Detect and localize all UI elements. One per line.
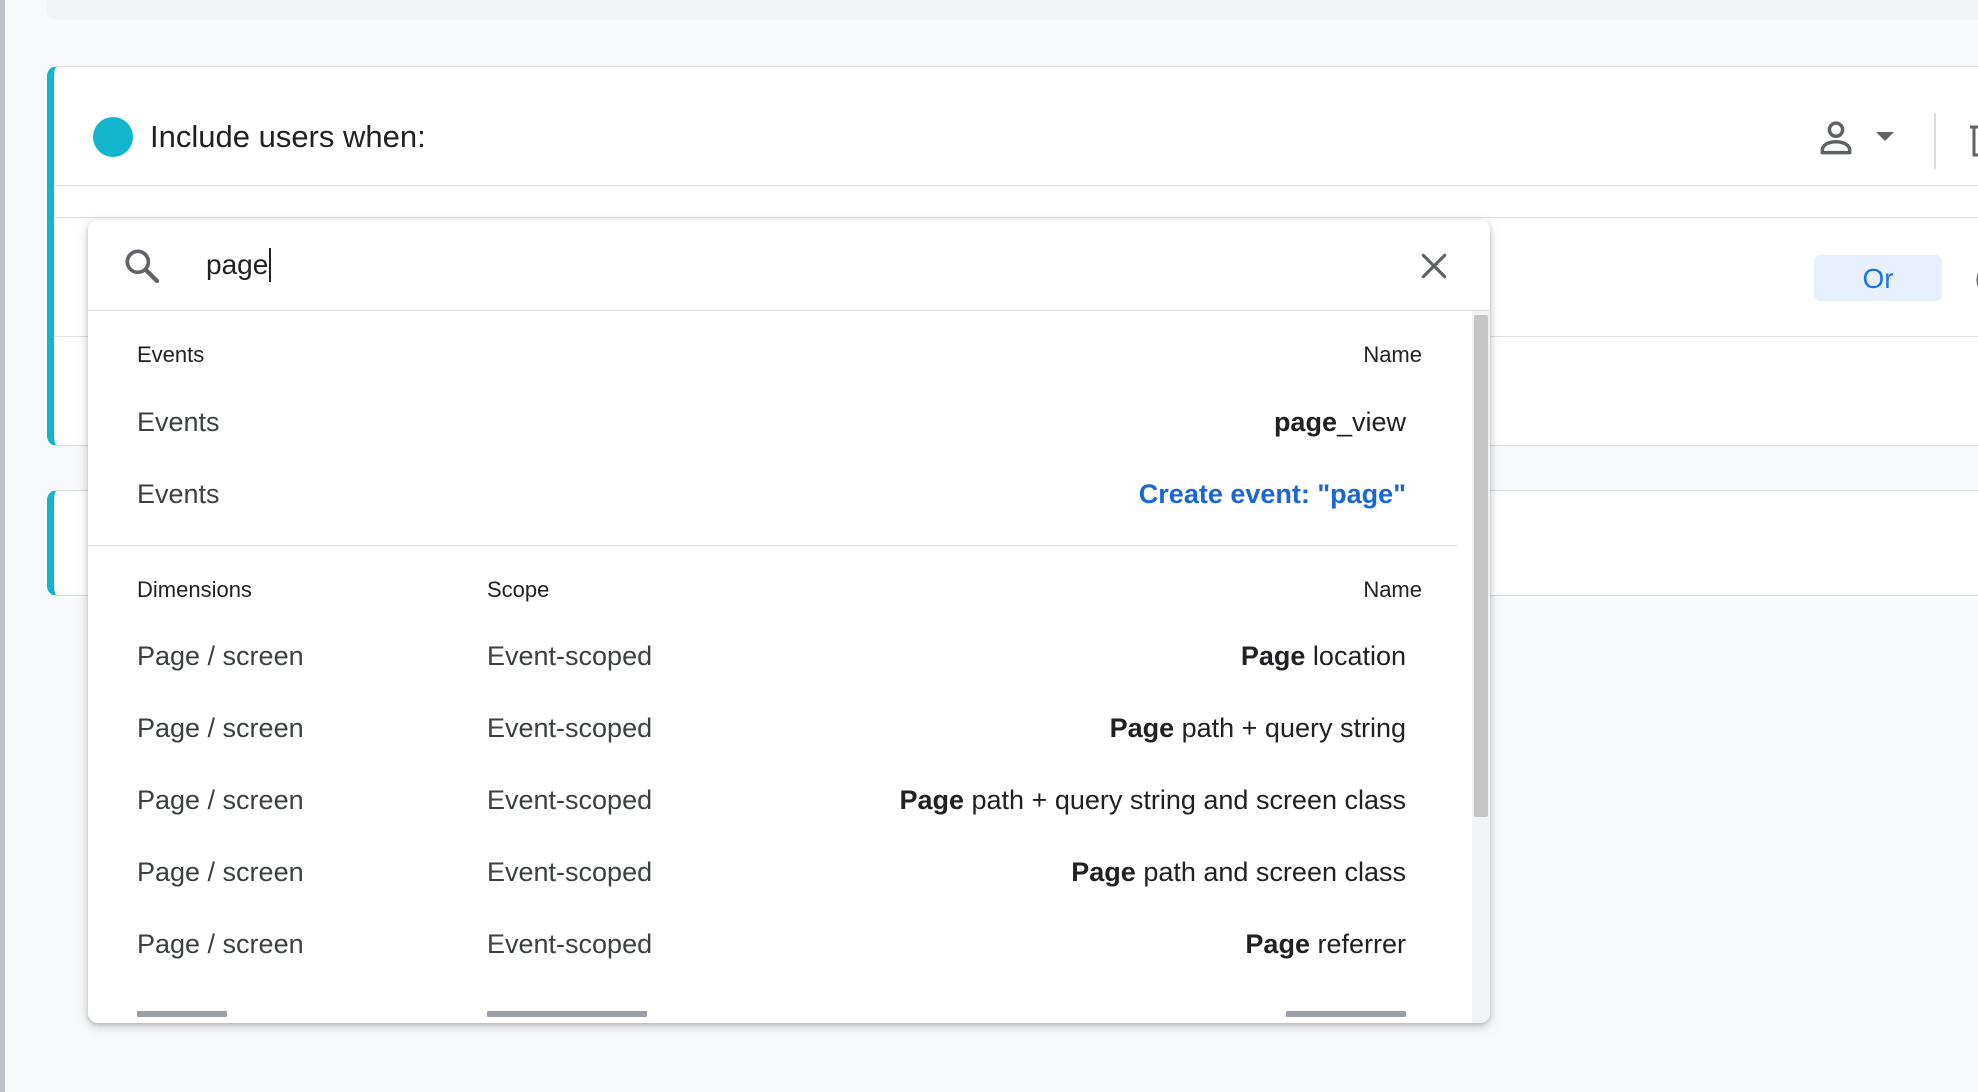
user-scope-picker[interactable] <box>1814 115 1934 159</box>
list-item[interactable]: Page / screen Event-scoped Page path and… <box>88 841 1472 905</box>
item-category: Page / screen <box>137 929 304 959</box>
partial-scope-text <box>487 1011 647 1017</box>
help-icon[interactable] <box>1972 260 1978 300</box>
item-scope: Event-scoped <box>487 929 653 959</box>
item-name-rest: path + query string and screen class <box>964 785 1407 815</box>
scrollbar-thumb[interactable] <box>1474 315 1488 817</box>
dimensions-category-header: Dimensions <box>137 577 252 602</box>
item-name-rest: path + query string <box>1174 713 1406 743</box>
item-name: Page path and screen class <box>1071 857 1406 888</box>
dimension-search-dropdown: Events Name Events page_view Events Crea… <box>88 220 1490 1023</box>
previous-card <box>47 0 1978 20</box>
trash-icon[interactable] <box>1966 119 1978 159</box>
item-name-match: Page <box>1071 857 1136 887</box>
item-name: page_view <box>1274 407 1406 438</box>
condition-color-dot <box>93 117 133 157</box>
item-scope: Event-scoped <box>487 857 653 887</box>
close-icon[interactable] <box>1418 250 1450 282</box>
person-icon <box>1820 121 1852 155</box>
item-name-rest: location <box>1305 641 1406 671</box>
item-name: Page path + query string <box>1110 713 1406 744</box>
partial-name-text <box>1286 1011 1406 1017</box>
item-name: Page path + query string and screen clas… <box>899 785 1406 816</box>
item-name: Page location <box>1241 641 1406 672</box>
item-category: Page / screen <box>137 785 304 815</box>
section-divider <box>88 545 1458 546</box>
item-name-match: Page <box>1245 929 1310 959</box>
window-edge <box>0 0 5 1092</box>
search-icon <box>125 249 160 284</box>
list-item[interactable]: Events page_view <box>88 391 1472 455</box>
events-section-header: Events Name <box>88 334 1472 374</box>
item-name-match: Page <box>1240 641 1306 671</box>
item-name-match: Page <box>1109 713 1175 743</box>
item-category: Events <box>137 407 220 437</box>
dimensions-section-header: Dimensions Scope Name <box>88 569 1472 609</box>
condition-group-title: Include users when: <box>150 119 426 154</box>
item-category: Events <box>137 479 220 509</box>
caret-down-icon <box>1876 132 1894 141</box>
item-name-rest: path and screen class <box>1135 857 1406 887</box>
item-scope: Event-scoped <box>487 785 653 815</box>
events-name-header: Name <box>1363 342 1422 367</box>
header-divider <box>1934 113 1936 169</box>
events-category-header: Events <box>137 342 205 367</box>
condition-group-header: Include users when: <box>54 67 1978 186</box>
partial-category-text <box>137 1011 227 1017</box>
search-input[interactable] <box>206 242 1306 288</box>
item-category: Page / screen <box>137 857 304 887</box>
item-category: Page / screen <box>137 641 304 671</box>
item-name-match: Page <box>899 785 964 815</box>
item-name: Page referrer <box>1245 929 1406 960</box>
search-results-list: Events Name Events page_view Events Crea… <box>88 311 1472 1023</box>
item-name-rest: _view <box>1336 407 1406 437</box>
text-cursor <box>269 248 271 282</box>
list-item[interactable]: Page / screen Event-scoped Page path + q… <box>88 697 1472 761</box>
item-category: Page / screen <box>137 713 304 743</box>
item-name-rest: referrer <box>1309 929 1406 959</box>
create-event-link[interactable]: Create event: "page" <box>1139 479 1406 510</box>
or-button[interactable]: Or <box>1814 255 1942 301</box>
list-item[interactable]: Page / screen Event-scoped Page location <box>88 625 1472 689</box>
list-item[interactable]: Page / screen Event-scoped Page path + q… <box>88 769 1472 833</box>
item-scope: Event-scoped <box>487 641 653 671</box>
item-scope: Event-scoped <box>487 713 653 743</box>
dimensions-scope-header: Scope <box>487 577 550 602</box>
create-event-item[interactable]: Events Create event: "page" <box>88 463 1472 527</box>
search-bar <box>88 220 1490 311</box>
list-item[interactable]: Page / screen Event-scoped Page referrer <box>88 913 1472 977</box>
item-name-match: page <box>1273 407 1337 437</box>
dimensions-name-header: Name <box>1363 577 1422 602</box>
list-item-partial[interactable] <box>88 1011 1472 1023</box>
